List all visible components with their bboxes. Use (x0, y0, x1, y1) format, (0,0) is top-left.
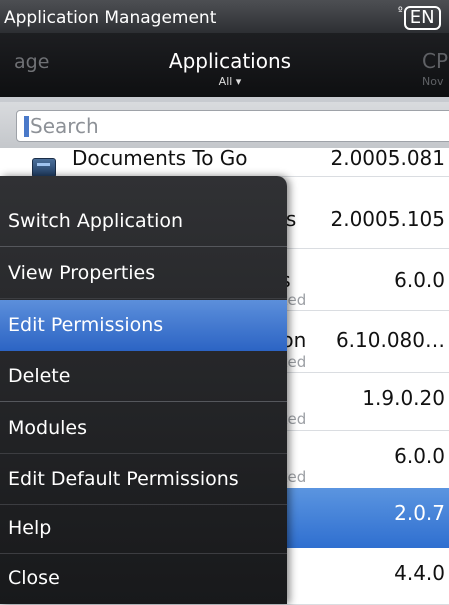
language-superscript: º (398, 6, 403, 17)
view-pager-header: age Applications All ▾ CP Nov (0, 33, 449, 97)
menu-item-label: Edit Permissions (8, 314, 164, 336)
menu-item-label: Delete (8, 365, 71, 387)
app-version: 2.0005.105 (330, 207, 445, 231)
title-bar: Application Management º EN (0, 0, 449, 33)
tab-next-sub: Nov (422, 75, 444, 88)
text-cursor (24, 116, 29, 137)
menu-item-label: Help (8, 517, 52, 539)
menu-item-help[interactable]: Help (0, 503, 287, 554)
menu-item-edit-permissions[interactable]: Edit Permissions (0, 300, 287, 351)
language-code: EN (403, 6, 441, 30)
app-version: 6.0.0 (394, 444, 445, 468)
app-version: 2.0005.081 (330, 146, 445, 170)
menu-item-label: Switch Application (8, 210, 184, 232)
tab-next[interactable]: CP Nov (422, 49, 448, 88)
app-version: 6.0.0 (394, 268, 445, 292)
menu-item-edit-default-permissions[interactable]: Edit Default Permissions (0, 454, 287, 505)
app-title: Application Management (4, 8, 217, 28)
tab-next-label: CP (422, 49, 449, 73)
menu-item-switch-application[interactable]: Switch Application (0, 196, 287, 247)
context-menu[interactable]: Switch Application View Properties Edit … (0, 176, 287, 604)
tab-previous[interactable]: age (14, 51, 49, 73)
menu-item-label: Edit Default Permissions (8, 468, 239, 490)
tab-applications[interactable]: Applications All ▾ (130, 49, 330, 88)
app-version: 1.9.0.20 (362, 386, 445, 410)
documents-to-go-icon (32, 158, 56, 178)
menu-item-delete[interactable]: Delete (0, 351, 287, 402)
search-input[interactable]: Search (16, 110, 449, 142)
menu-item-view-properties[interactable]: View Properties (0, 248, 287, 299)
tab-applications-label: Applications (168, 49, 292, 73)
list-item[interactable]: Documents To Go 2.0005.081 (0, 146, 449, 178)
search-placeholder: Search (30, 114, 99, 138)
menu-item-modules[interactable]: Modules (0, 403, 287, 454)
search-bar: Search (0, 102, 449, 148)
input-language-indicator: º EN (398, 6, 441, 30)
menu-item-label: Modules (8, 417, 87, 439)
app-version: 2.0.7 (394, 501, 445, 525)
filter-dropdown[interactable]: All ▾ (130, 75, 330, 88)
app-version: 4.4.0 (394, 561, 445, 585)
app-name: Documents To Go (72, 146, 248, 170)
menu-item-label: View Properties (8, 262, 156, 284)
menu-item-label: Close (8, 567, 60, 589)
app-version: 6.10.080… (335, 328, 445, 352)
menu-item-close[interactable]: Close (0, 553, 287, 604)
